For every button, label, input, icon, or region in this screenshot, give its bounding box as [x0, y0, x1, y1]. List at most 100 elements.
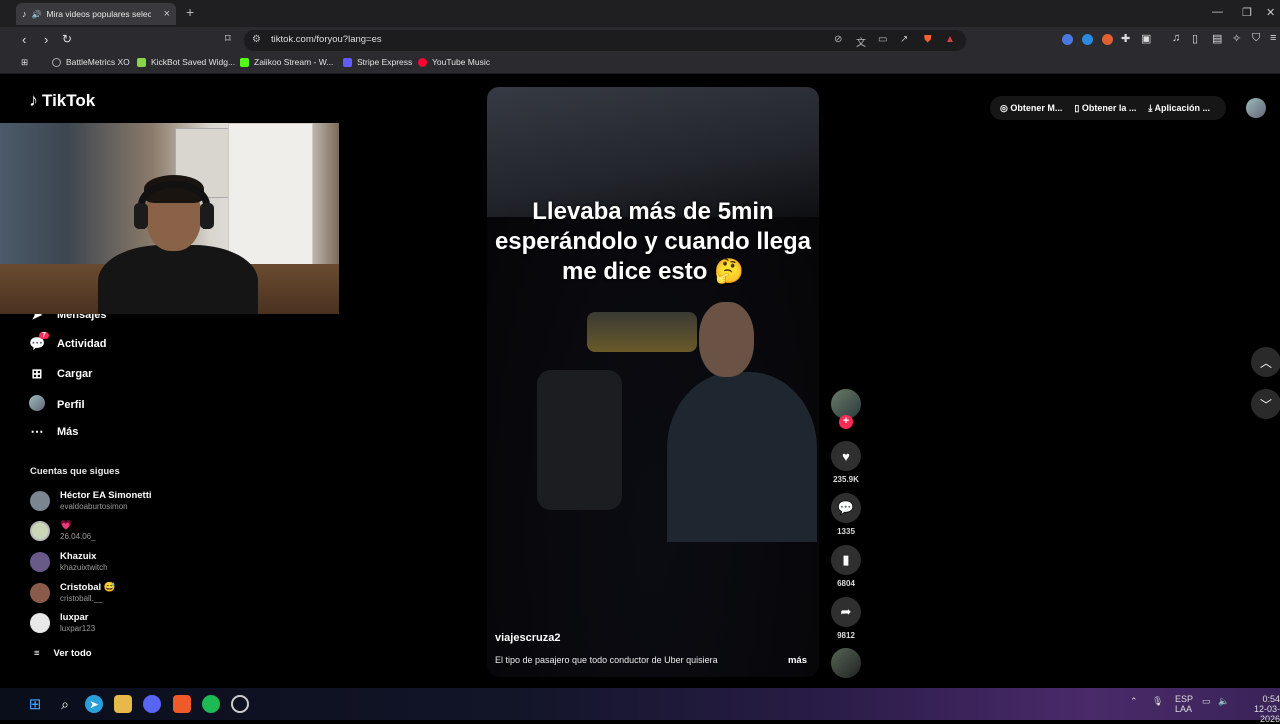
share-arrow-icon[interactable]: ➦ [831, 597, 861, 627]
video-player[interactable]: Llevaba más de 5min esperándolo y cuando… [487, 87, 819, 677]
video-driver [667, 302, 817, 542]
search-icon[interactable]: ⌕ [56, 695, 74, 713]
media-icon[interactable]: ▣ [1141, 32, 1151, 45]
new-tab-button[interactable]: + [186, 4, 194, 20]
translate-icon[interactable]: 文 [856, 34, 866, 49]
bookmark-save-icon[interactable]: ▮ [831, 545, 861, 575]
ai-icon[interactable]: ✧ [1232, 32, 1241, 45]
windows-start-icon[interactable]: ⊞ [26, 695, 44, 713]
browser-tab[interactable]: ♪ 🔊 Mira videos populares selecc × [16, 3, 176, 25]
share-action[interactable]: ➦ 9812 [831, 597, 861, 640]
top-right-actions: ◎ Obtener M... ▯ Obtener la ... ⤓ Aplica… [990, 96, 1226, 120]
address-bar[interactable]: ⚙ tiktok.com/foryou?lang=es ⊘ 文 ▭ ↗ ⛊ ▲ [244, 30, 966, 51]
wallet-icon[interactable]: ▤ [1212, 32, 1222, 45]
bookmark-zaiikoo[interactable]: Zaiikoo Stream - W... [240, 57, 333, 67]
cast-icon[interactable]: ▭ [878, 34, 887, 45]
microphone-icon[interactable]: 🎙 [1152, 696, 1163, 707]
menu-icon[interactable]: ≡ [1270, 32, 1276, 44]
save-action[interactable]: ▮ 6804 [831, 545, 861, 588]
heart-icon[interactable]: ♥ [831, 441, 861, 471]
volume-icon[interactable]: 🔈 [1218, 696, 1229, 707]
apps-grid-icon[interactable]: ⊞ [21, 57, 28, 68]
desktop-app-button[interactable]: ⤓ Aplicación ... [1148, 103, 1210, 114]
webcam-person [98, 171, 258, 314]
file-explorer-icon[interactable] [114, 695, 132, 713]
avatar [30, 612, 50, 633]
account-item[interactable]: Héctor EA Simonetti evaldoaburtosimon [30, 490, 152, 511]
get-app-button[interactable]: ▯ Obtener la ... [1074, 103, 1136, 114]
speaker-icon[interactable]: 🔊 [32, 10, 42, 19]
language-indicator[interactable]: ESP LAA [1175, 694, 1193, 714]
follow-button[interactable]: + [839, 415, 853, 429]
avatar [30, 490, 50, 511]
tiktok-logo[interactable]: ♪ TikTok [29, 90, 95, 111]
bookmarks-bar: ⊞ BattleMetrics XO KickBot Saved Widg...… [0, 53, 1280, 74]
extension-icon-2[interactable] [1082, 34, 1093, 45]
bookmark-stripe[interactable]: Stripe Express [343, 57, 412, 67]
account-item[interactable]: luxpar luxpar123 [30, 612, 95, 633]
previous-video-button[interactable]: ︿ [1251, 347, 1280, 377]
bookmark-kickbot[interactable]: KickBot Saved Widg... [137, 57, 235, 67]
chevron-down-icon: ﹀ [1259, 397, 1272, 412]
url-text[interactable]: tiktok.com/foryou?lang=es [271, 34, 382, 45]
extension-icon-3[interactable] [1102, 34, 1113, 45]
forward-icon[interactable]: › [44, 32, 48, 47]
brave-shield-icon[interactable]: ⛊ [924, 34, 932, 45]
account-item[interactable]: 💗 26.04.06_ [30, 520, 96, 541]
maximize-button[interactable]: ❐ [1242, 6, 1252, 19]
youtube-music-icon [418, 57, 427, 67]
video-seat [537, 370, 622, 510]
share-count: 9812 [837, 631, 855, 640]
extensions-puzzle-icon[interactable]: ✚ [1121, 32, 1130, 45]
music-disc-icon[interactable] [831, 648, 861, 678]
like-action[interactable]: ♥ 235.9K [831, 441, 861, 484]
comment-action[interactable]: 💬 1335 [831, 493, 861, 536]
spotify-icon[interactable] [202, 695, 220, 713]
see-all-button[interactable]: ≡ Ver todo [34, 648, 92, 659]
sidebar-icon[interactable]: ▯ [1192, 32, 1198, 45]
minimize-button[interactable]: — [1212, 6, 1223, 18]
next-video-button[interactable]: ﹀ [1251, 389, 1280, 419]
share-icon[interactable]: ↗ [900, 34, 908, 45]
brave-browser-icon[interactable] [173, 695, 191, 713]
tab-title: Mira videos populares selecc [46, 9, 152, 19]
bookmark-battlemetrics[interactable]: BattleMetrics XO [52, 57, 130, 67]
windows-taskbar: ⊞ ⌕ ➤ ⌃ 🎙 ESP LAA ▭ 🔈 0:54 12-03-2026 [0, 688, 1280, 724]
music-icon[interactable]: ♫ [1172, 32, 1180, 44]
profile-avatar [29, 395, 45, 414]
reload-icon[interactable]: ↻ [62, 32, 72, 46]
kick-icon [240, 57, 249, 67]
bookmark-youtube-music[interactable]: YouTube Music [418, 57, 490, 67]
account-item[interactable]: Cristobal 😅 cristoball.__ [30, 582, 116, 603]
get-coins-button[interactable]: ◎ Obtener M... [1000, 103, 1062, 114]
extension-icon-1[interactable] [1062, 34, 1073, 45]
comment-count: 1335 [837, 527, 855, 536]
comment-icon[interactable]: 💬 [831, 493, 861, 523]
like-count: 235.9K [833, 475, 859, 484]
telegram-icon[interactable]: ➤ [85, 695, 103, 713]
sidebar-item-more[interactable]: ⋯ Más [29, 424, 79, 440]
list-icon: ≡ [34, 648, 40, 659]
close-window-button[interactable]: ✕ [1266, 6, 1275, 19]
video-username[interactable]: viajescruza2 [495, 632, 560, 644]
no-media-icon[interactable]: ⊘ [834, 34, 842, 45]
discord-icon[interactable] [143, 695, 161, 713]
tray-expand-icon[interactable]: ⌃ [1130, 696, 1138, 707]
site-settings-icon[interactable]: ⚙ [252, 34, 261, 45]
close-tab-icon[interactable]: × [164, 8, 170, 20]
sidebar-item-upload[interactable]: ⊞ Cargar [29, 366, 93, 382]
bookmark-icon[interactable]: ⌑ [225, 32, 231, 45]
app-icon[interactable] [231, 695, 249, 713]
vpn-icon[interactable]: ⛉ [1252, 32, 1260, 45]
more-button[interactable]: más [788, 655, 807, 666]
upload-icon: ⊞ [31, 366, 43, 381]
avatar [30, 582, 50, 603]
sidebar-item-activity[interactable]: 💬 7 Actividad [29, 332, 107, 352]
back-icon[interactable]: ‹ [22, 32, 26, 47]
user-avatar[interactable] [1246, 98, 1266, 118]
kickbot-icon [137, 57, 146, 67]
account-item[interactable]: Khazuix khazuixtwitch [30, 551, 108, 572]
network-icon[interactable]: ▭ [1202, 696, 1211, 707]
sidebar-item-profile[interactable]: Perfil [29, 395, 85, 414]
brave-rewards-icon[interactable]: ▲ [945, 34, 955, 45]
